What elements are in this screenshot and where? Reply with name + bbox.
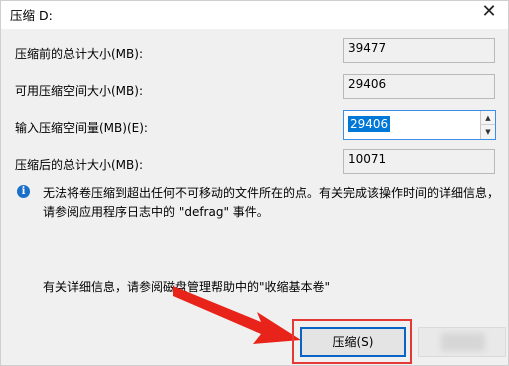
info-message: 无法将卷压缩到超出任何不可移动的文件所在的点。有关完成该操作时间的详细信息，请参… — [43, 186, 500, 219]
info-icon: i — [17, 185, 30, 198]
window-title: 压缩 D: — [10, 8, 53, 23]
title-bar: 压缩 D: ✕ — [1, 1, 508, 29]
red-arrow-annotation — [173, 286, 301, 344]
shrink-volume-dialog: 压缩 D: ✕ 压缩前的总计大小(MB): 39477 可用压缩空间大小(MB)… — [0, 0, 509, 366]
available-space-value: 29406 — [343, 74, 495, 99]
close-button[interactable]: ✕ — [476, 1, 502, 25]
cancel-button-blurred[interactable] — [418, 327, 506, 357]
shrink-amount-label: 输入压缩空间量(MB)(E): — [15, 121, 148, 135]
arrow-shape — [173, 286, 301, 344]
close-icon: ✕ — [481, 1, 497, 22]
shrink-amount-selected-text: 29406 — [348, 116, 391, 132]
shrink-amount-input[interactable]: 29406 — [344, 111, 479, 139]
available-space-label: 可用压缩空间大小(MB): — [15, 84, 143, 98]
total-after-label: 压缩后的总计大小(MB): — [15, 158, 143, 172]
stepper-buttons: ▲ ▼ — [480, 111, 495, 139]
total-before-value: 39477 — [343, 38, 495, 63]
total-before-label: 压缩前的总计大小(MB): — [15, 47, 143, 61]
total-after-value: 10071 — [343, 149, 495, 174]
chevron-up-icon: ▲ — [485, 114, 491, 122]
stepper-up-button[interactable]: ▲ — [481, 111, 495, 125]
blurred-label — [441, 333, 485, 351]
shrink-amount-stepper[interactable]: 29406 ▲ ▼ — [343, 110, 496, 140]
shrink-button[interactable]: 压缩(S) — [300, 327, 406, 357]
stepper-down-button[interactable]: ▼ — [481, 125, 495, 139]
chevron-down-icon: ▼ — [485, 128, 491, 136]
